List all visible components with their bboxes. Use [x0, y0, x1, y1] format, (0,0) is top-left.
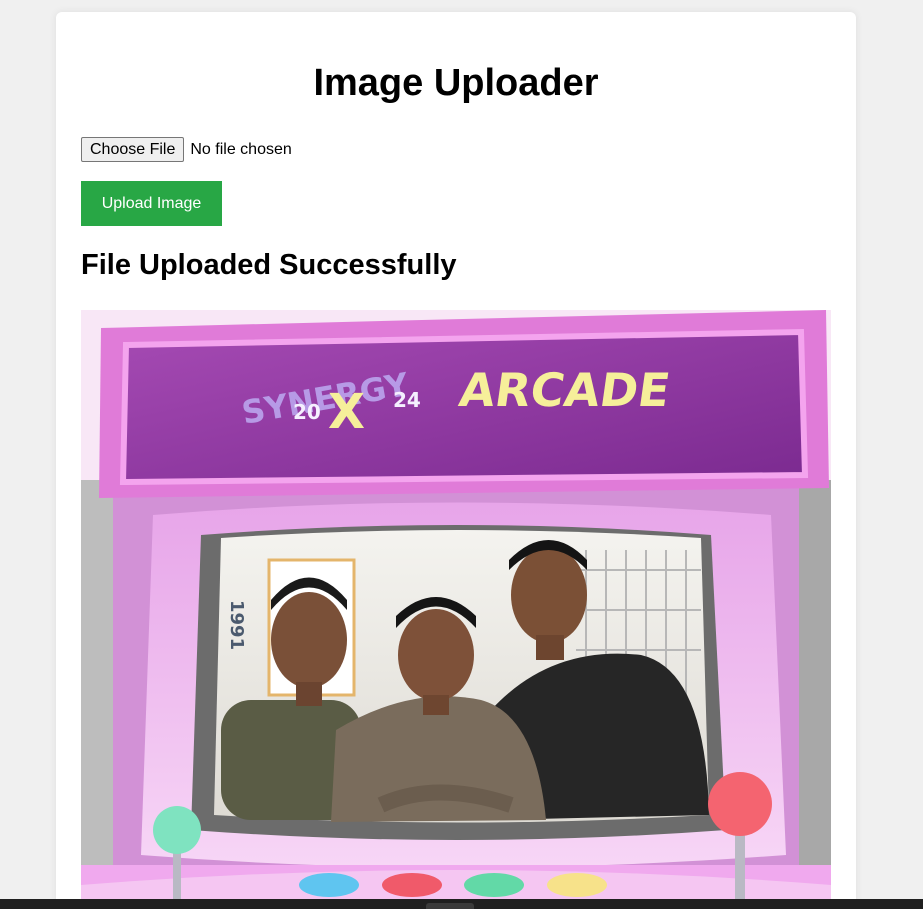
- file-input[interactable]: Choose File No file chosen: [81, 137, 292, 162]
- svg-text:24: 24: [393, 388, 421, 412]
- poster-text: 1991: [226, 600, 247, 650]
- taskbar-item[interactable]: [426, 903, 474, 909]
- page-title: Image Uploader: [313, 62, 599, 104]
- upload-success-heading: File Uploaded Successfully: [81, 249, 457, 281]
- choose-file-button[interactable]: Choose File: [81, 137, 185, 162]
- svg-text:20: 20: [293, 400, 321, 424]
- uploaded-image: SYNERGY 20 X 24 ARCADE 1991: [81, 310, 831, 909]
- svg-text:X: X: [328, 384, 365, 440]
- arcade-text: ARCADE: [456, 363, 674, 417]
- upload-image-button[interactable]: Upload Image: [81, 181, 222, 226]
- file-status-text: No file chosen: [190, 140, 292, 158]
- uploader-card: Image Uploader Choose File No file chose…: [56, 12, 856, 909]
